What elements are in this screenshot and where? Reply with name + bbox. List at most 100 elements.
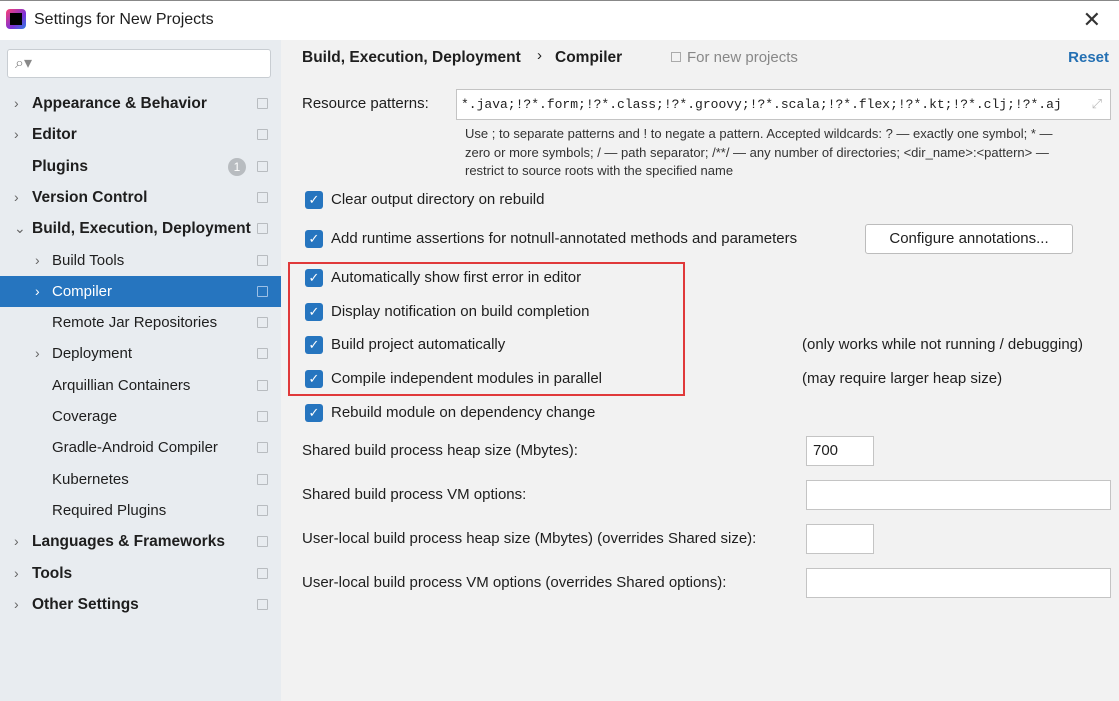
sidebar-item[interactable]: Coverage (0, 401, 281, 432)
chevron-icon[interactable]: › (14, 589, 19, 620)
project-scope-icon (257, 98, 268, 109)
sidebar-item[interactable]: › Build Tools (0, 245, 281, 276)
sidebar-item-label: Version Control (32, 188, 148, 206)
expand-icon[interactable]: ⤢ (1092, 90, 1102, 119)
sidebar-item[interactable]: Required Plugins (0, 495, 281, 526)
chevron-icon[interactable]: › (35, 245, 40, 276)
copy-icon (671, 52, 681, 62)
project-scope-icon (257, 504, 268, 516)
chevron-icon[interactable]: › (35, 276, 40, 307)
project-scope-icon (257, 598, 268, 610)
reset-link[interactable]: Reset (1068, 49, 1109, 66)
option-label[interactable]: Rebuild module on dependency change (331, 404, 595, 421)
title-bar: Settings for New Projects ✕ (0, 0, 1119, 40)
project-scope-icon (257, 191, 268, 203)
sidebar-item[interactable]: › Compiler (0, 275, 281, 307)
project-scope-icon (257, 536, 268, 548)
window-title: Settings for New Projects (34, 11, 214, 28)
highlight-box (288, 262, 685, 396)
configure-annotations-button[interactable]: Configure annotations... (865, 224, 1073, 254)
sidebar-item-label: Tools (32, 564, 73, 582)
chevron-icon[interactable]: › (35, 338, 40, 369)
search-input[interactable]: ⌕▾ (7, 49, 271, 78)
breadcrumb-current: Compiler (555, 49, 623, 66)
checkbox[interactable]: ✓ (305, 404, 323, 422)
checkbox[interactable]: ✓ (305, 191, 323, 209)
sidebar: ⌕▾ › Appearance & Behavior › Editor Plugins 1… (0, 40, 281, 701)
sidebar-item-label: Other Settings (32, 595, 139, 613)
project-scope-icon (257, 160, 268, 172)
chevron-icon[interactable]: › (14, 88, 19, 119)
project-scope-icon (257, 348, 268, 360)
sidebar-item-label: Appearance & Behavior (32, 95, 207, 112)
field-input[interactable] (806, 480, 1111, 510)
option-note: (only works while not running / debuggin… (802, 336, 1083, 353)
sidebar-item-label: Build Tools (52, 251, 125, 269)
sidebar-item-label: Kubernetes (52, 470, 129, 488)
resource-patterns-label: Resource patterns: (302, 95, 429, 112)
sidebar-item[interactable]: Plugins 1 (0, 151, 281, 182)
sidebar-item[interactable]: Remote Jar Repositories (0, 307, 281, 338)
project-scope-icon (257, 473, 268, 485)
scope-label: For new projects (671, 49, 798, 66)
resource-patterns-input[interactable]: *.java;!?*.form;!?*.class;!?*.groovy;!?*… (456, 89, 1111, 120)
scope-text: For new projects (687, 49, 798, 66)
breadcrumb-separator: › (537, 47, 542, 64)
sidebar-item-label: Plugins (32, 157, 88, 175)
breadcrumb-parent[interactable]: Build, Execution, Deployment (302, 49, 521, 67)
sidebar-item-label: Languages & Frameworks (32, 533, 225, 551)
sidebar-item-label: Compiler (52, 282, 113, 300)
sidebar-item-label: Required Plugins (52, 501, 167, 519)
sidebar-item[interactable]: Arquillian Containers (0, 370, 281, 401)
help-line: restrict to source roots with the specif… (465, 163, 734, 178)
chevron-icon[interactable]: › (14, 558, 19, 589)
field-label: Shared build process heap size (Mbytes): (302, 442, 578, 459)
option-label[interactable]: Clear output directory on rebuild (331, 191, 544, 208)
sidebar-item-label: Gradle-Android Compiler (52, 439, 218, 457)
field-input[interactable]: 700 (806, 436, 874, 466)
checkbox[interactable]: ✓ (305, 230, 323, 248)
sidebar-item[interactable]: › Version Control (0, 182, 281, 213)
field-label: User-local build process heap size (Mbyt… (302, 530, 757, 547)
project-scope-icon (257, 317, 268, 329)
update-badge: 1 (228, 157, 246, 176)
chevron-icon[interactable]: › (14, 119, 19, 150)
project-scope-icon (257, 411, 268, 422)
help-line: zero or more symbols; / — path separator… (465, 144, 1049, 160)
project-scope-icon (257, 129, 268, 141)
sidebar-item[interactable]: › Editor (0, 119, 281, 150)
sidebar-item-label: Remote Jar Repositories (52, 314, 218, 332)
search-icon: ⌕▾ (15, 55, 32, 72)
option-note: (may require larger heap size) (802, 370, 1003, 387)
field-input[interactable] (806, 524, 874, 554)
project-scope-icon (257, 442, 268, 454)
field-label: Shared build process VM options: (302, 486, 527, 503)
field-input[interactable] (806, 568, 1111, 598)
sidebar-item-label: Editor (32, 126, 77, 144)
resource-patterns-help: Use ; to separate patterns and ! to nega… (465, 125, 1105, 181)
sidebar-item-label: Build, Execution, Deployment (32, 220, 251, 238)
project-scope-icon (257, 567, 268, 579)
sidebar-item[interactable]: › Tools (0, 558, 281, 589)
compiler-settings-panel: Build, Execution, Deployment › Compiler … (281, 40, 1119, 701)
help-line: Use ; to separate patterns and ! to nega… (465, 126, 1053, 141)
chevron-icon[interactable]: › (14, 182, 19, 213)
sidebar-item-label: Arquillian Containers (52, 376, 191, 394)
close-icon[interactable]: ✕ (1083, 7, 1101, 33)
project-scope-icon (257, 223, 268, 235)
project-scope-icon (257, 285, 268, 297)
sidebar-item-label: Coverage (52, 408, 118, 425)
sidebar-item[interactable]: › Appearance & Behavior (0, 88, 281, 119)
sidebar-item[interactable]: Kubernetes (0, 464, 281, 495)
option-label[interactable]: Add runtime assertions for notnull-annot… (331, 230, 797, 247)
sidebar-item[interactable]: › Other Settings (0, 589, 281, 620)
chevron-icon[interactable]: ⌄ (14, 213, 26, 244)
intellij-logo-icon (6, 9, 26, 29)
chevron-icon[interactable]: › (14, 526, 19, 557)
sidebar-item[interactable]: ⌄ Build, Execution, Deployment (0, 213, 281, 244)
sidebar-item[interactable]: Gradle-Android Compiler (0, 432, 281, 463)
sidebar-item[interactable]: › Languages & Frameworks (0, 526, 281, 557)
resource-patterns-value: *.java;!?*.form;!?*.class;!?*.groovy;!?*… (461, 97, 1062, 112)
sidebar-item[interactable]: › Deployment (0, 338, 281, 369)
sidebar-item-label: Deployment (52, 345, 133, 363)
